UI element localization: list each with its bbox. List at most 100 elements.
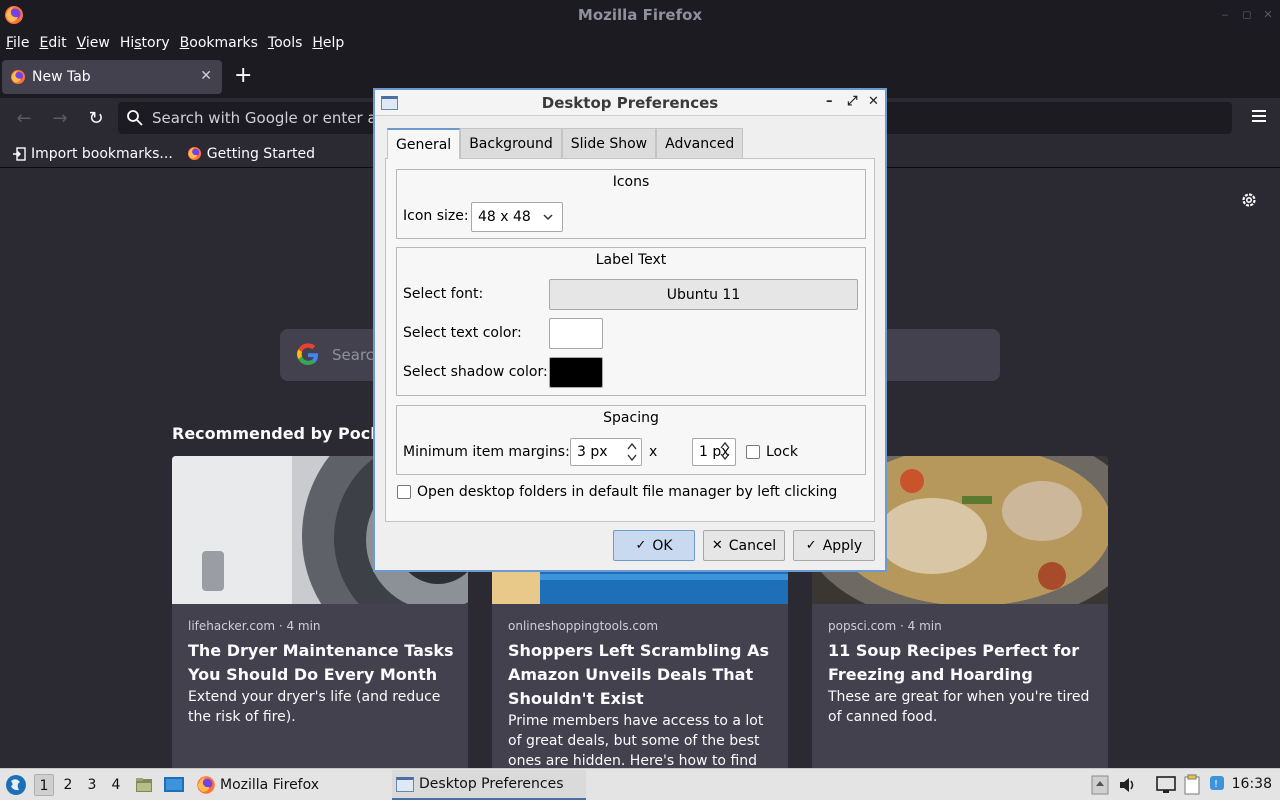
card-headline: Shoppers Left Scrambling As Amazon Unvei… bbox=[508, 641, 769, 708]
spin-arrows-icon[interactable] bbox=[719, 440, 731, 462]
forward-button[interactable]: → bbox=[49, 108, 71, 130]
menu-bar: File Edit View History Bookmarks Tools H… bbox=[0, 30, 1280, 56]
times-separator: x bbox=[649, 444, 658, 460]
font-picker-button[interactable]: Ubuntu 11 bbox=[549, 279, 858, 310]
network-icon[interactable] bbox=[1155, 775, 1177, 795]
card-source: popsci.com · 4 min bbox=[828, 619, 942, 633]
card-headline: 11 Soup Recipes Perfect for Freezing and… bbox=[828, 641, 1080, 684]
cancel-button[interactable]: ✕ Cancel bbox=[703, 530, 785, 561]
window-title: Mozilla Firefox bbox=[577, 6, 703, 24]
desktop-preferences-dialog: Desktop Preferences – ⤢ ✕ General Backgr… bbox=[373, 88, 887, 572]
check-icon: ✓ bbox=[635, 538, 647, 553]
dialog-maximize-button[interactable]: ⤢ bbox=[847, 94, 857, 109]
firefox-tab-icon bbox=[11, 70, 25, 84]
start-menu-icon[interactable] bbox=[5, 774, 27, 796]
card-headline: The Dryer Maintenance Tasks You Should D… bbox=[188, 641, 454, 684]
dialog-titlebar[interactable]: Desktop Preferences – ⤢ ✕ bbox=[375, 90, 885, 116]
dialog-minimize-button[interactable]: – bbox=[826, 94, 833, 109]
apply-button[interactable]: ✓ Apply bbox=[793, 530, 875, 561]
spin-arrows-icon[interactable] bbox=[626, 441, 638, 463]
icon-size-value: 48 x 48 bbox=[478, 209, 531, 225]
ok-button[interactable]: ✓ OK bbox=[613, 530, 695, 561]
firefox-titlebar: Mozilla Firefox ‒ ◻ ✕ bbox=[0, 0, 1280, 30]
card-excerpt: These are great for when you're tired of… bbox=[828, 689, 1090, 725]
workspace-2[interactable]: 2 bbox=[58, 774, 78, 796]
card-source: lifehacker.com · 4 min bbox=[188, 619, 321, 633]
tab-general[interactable]: General bbox=[387, 128, 461, 159]
spacing-group: Spacing Minimum item margins: 3 px x 1 p… bbox=[396, 405, 866, 475]
margin-x-spinbox[interactable]: 3 px bbox=[570, 438, 642, 466]
spacing-group-title: Spacing bbox=[603, 410, 659, 426]
tab-advanced[interactable]: Advanced bbox=[656, 128, 744, 158]
tab-label: New Tab bbox=[32, 69, 91, 85]
taskbar: 1 2 3 4 Mozilla Firefox Desktop Preferen… bbox=[0, 768, 1280, 800]
google-icon bbox=[297, 343, 318, 365]
open-folders-checkbox[interactable] bbox=[397, 485, 411, 499]
desktop-icon[interactable] bbox=[163, 775, 185, 795]
reload-button[interactable]: ↻ bbox=[85, 108, 107, 130]
label-text-group-title: Label Text bbox=[595, 252, 667, 268]
card-excerpt: Extend your dryer's life (and reduce the… bbox=[188, 689, 441, 725]
workspace-1[interactable]: 1 bbox=[34, 774, 54, 796]
taskbar-desktop-preferences[interactable]: Desktop Preferences bbox=[392, 770, 586, 800]
dialog-title: Desktop Preferences bbox=[541, 93, 719, 112]
pocket-section-title: Recommended by Pocket bbox=[172, 424, 399, 443]
bookmark-import[interactable]: Import bookmarks... bbox=[12, 146, 173, 162]
label-text-group: Label Text Select font: Ubuntu 11 Select… bbox=[396, 247, 866, 396]
icon-size-label: Icon size: bbox=[403, 208, 469, 224]
maximize-button[interactable]: ◻ bbox=[1240, 8, 1254, 22]
close-window-button[interactable]: ✕ bbox=[1261, 8, 1275, 22]
tab-background[interactable]: Background bbox=[460, 128, 562, 158]
font-value: Ubuntu 11 bbox=[666, 286, 741, 303]
check-icon: ✓ bbox=[805, 538, 817, 553]
clipboard-icon[interactable] bbox=[1182, 774, 1202, 796]
minimize-button[interactable]: ‒ bbox=[1218, 8, 1232, 22]
file-manager-icon[interactable] bbox=[134, 775, 154, 795]
menu-help[interactable]: Help bbox=[312, 35, 344, 51]
tab-slide-show[interactable]: Slide Show bbox=[561, 128, 657, 158]
taskbar-firefox[interactable]: Mozilla Firefox bbox=[192, 770, 319, 800]
import-icon bbox=[13, 146, 26, 161]
menu-history[interactable]: History bbox=[120, 35, 170, 51]
chevron-down-icon bbox=[543, 214, 553, 221]
volume-icon[interactable] bbox=[1118, 776, 1138, 794]
tray-arrow-icon[interactable] bbox=[1091, 775, 1109, 795]
workspace-4[interactable]: 4 bbox=[106, 774, 126, 796]
tab-new-tab[interactable]: New Tab ✕ bbox=[2, 60, 222, 94]
search-icon bbox=[127, 110, 143, 126]
menu-file[interactable]: File bbox=[6, 35, 29, 51]
menu-edit[interactable]: Edit bbox=[39, 35, 66, 51]
firefox-bookmark-icon bbox=[187, 146, 201, 161]
dialog-close-button[interactable]: ✕ bbox=[868, 94, 879, 109]
gear-icon[interactable] bbox=[1240, 191, 1258, 209]
text-color-label: Select text color: bbox=[403, 325, 522, 341]
select-font-label: Select font: bbox=[403, 286, 484, 302]
clock: 16:38 bbox=[1231, 776, 1272, 792]
menu-bookmarks[interactable]: Bookmarks bbox=[180, 35, 258, 51]
app-menu-icon[interactable] bbox=[1252, 110, 1266, 122]
workspace-3[interactable]: 3 bbox=[82, 774, 102, 796]
lock-label: Lock bbox=[766, 444, 798, 460]
shadow-color-label: Select shadow color: bbox=[403, 364, 548, 380]
dialog-tab-bar: General Background Slide Show Advanced bbox=[387, 128, 744, 159]
bookmark-getting-started[interactable]: Getting Started bbox=[187, 146, 315, 162]
window-icon bbox=[381, 96, 398, 110]
menu-view[interactable]: View bbox=[77, 35, 110, 51]
lock-checkbox[interactable] bbox=[746, 445, 760, 459]
icons-group: Icons Icon size: 48 x 48 bbox=[396, 169, 866, 239]
firefox-task-icon bbox=[197, 776, 215, 794]
firefox-logo-icon bbox=[5, 6, 23, 24]
margins-label: Minimum item margins: bbox=[403, 444, 570, 460]
menu-tools[interactable]: Tools bbox=[268, 35, 303, 51]
open-folders-label: Open desktop folders in default file man… bbox=[417, 484, 838, 500]
card-excerpt: Prime members have access to a lot of gr… bbox=[508, 713, 764, 776]
card-source: onlineshoppingtools.com bbox=[508, 619, 659, 633]
icon-size-select[interactable]: 48 x 48 bbox=[471, 202, 563, 232]
tab-close-icon[interactable]: ✕ bbox=[200, 68, 212, 84]
notification-icon[interactable]: ! bbox=[1208, 774, 1228, 794]
shadow-color-button[interactable] bbox=[549, 357, 603, 388]
icons-group-title: Icons bbox=[612, 174, 650, 190]
text-color-button[interactable] bbox=[549, 318, 603, 349]
new-tab-button[interactable]: + bbox=[234, 64, 252, 88]
back-button[interactable]: ← bbox=[13, 108, 35, 130]
